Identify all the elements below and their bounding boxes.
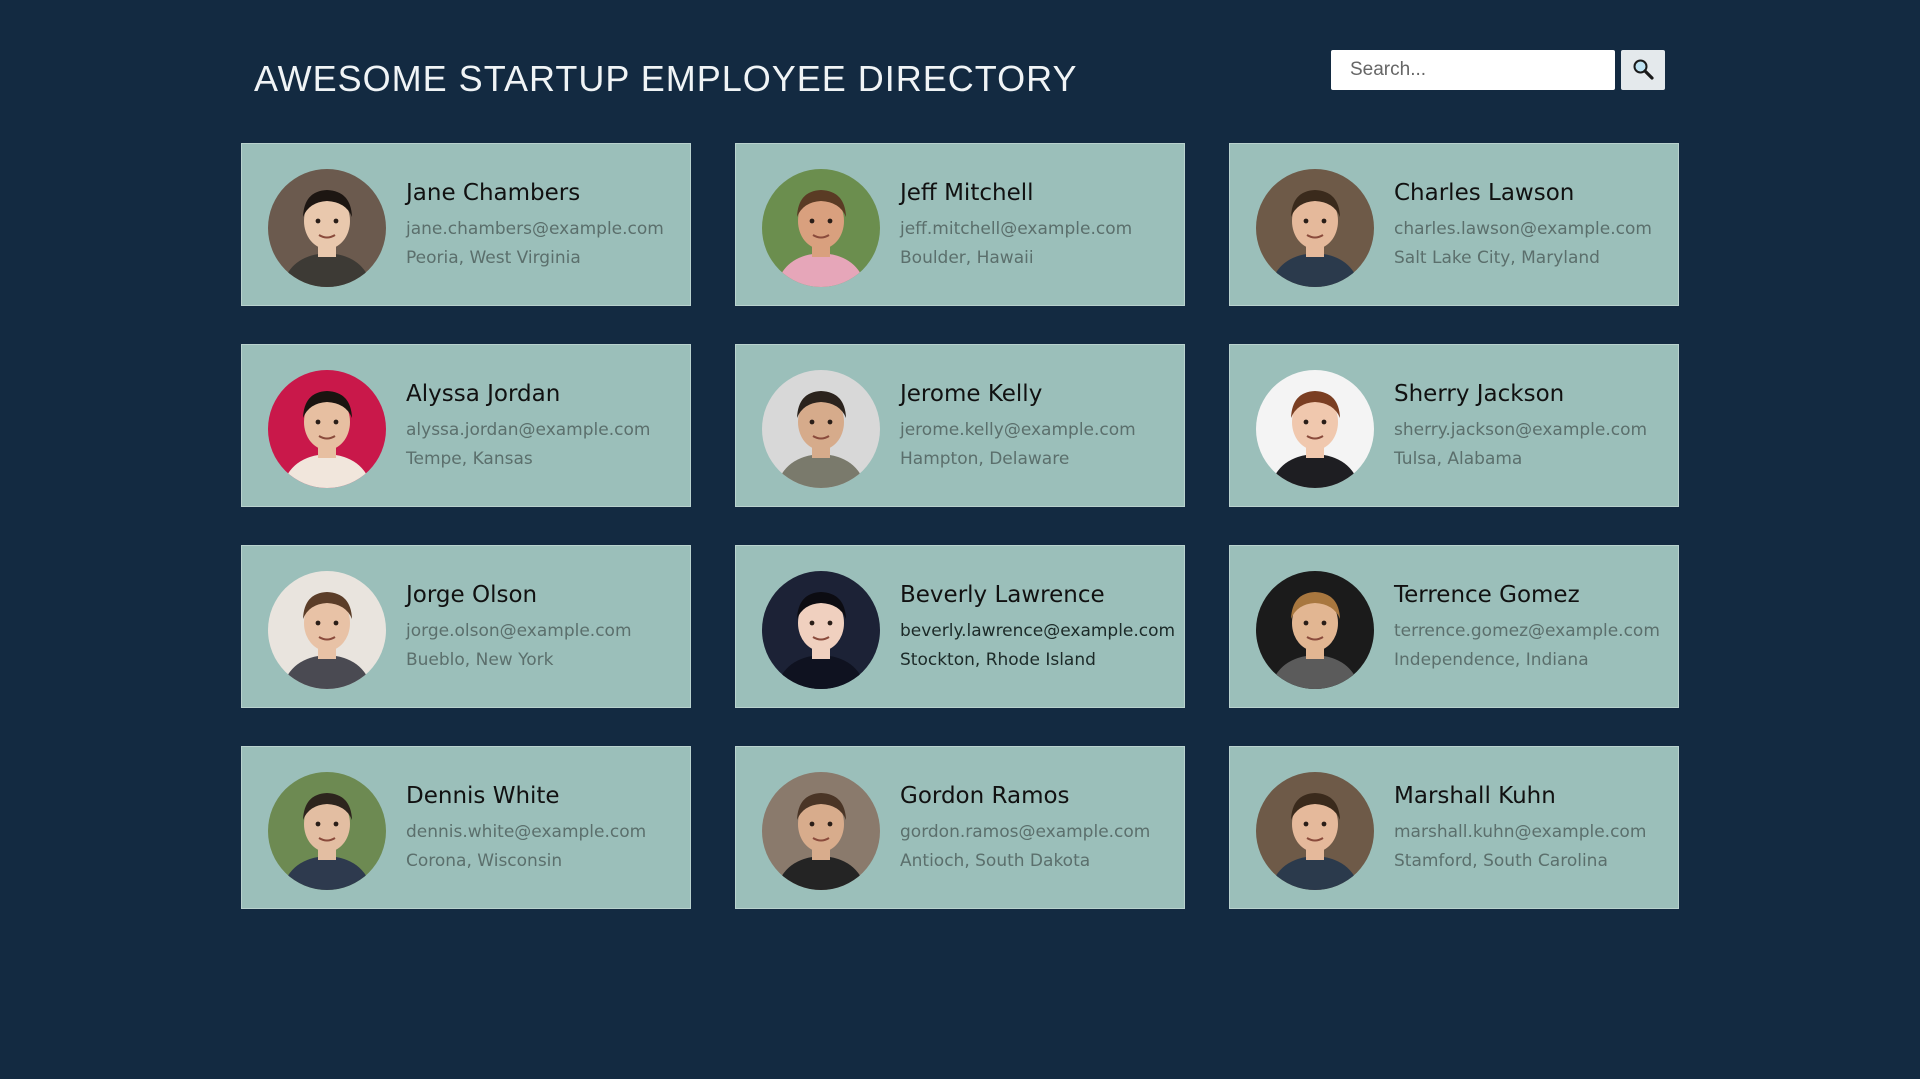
employee-email: charles.lawson@example.com: [1394, 219, 1652, 239]
employee-grid: Jane Chambers jane.chambers@example.com Pe…: [241, 143, 1679, 909]
employee-name: Jane Chambers: [406, 180, 581, 206]
avatar: [268, 772, 386, 890]
employee-name: Jorge Olson: [406, 582, 538, 608]
employee-name: Marshall Kuhn: [1394, 783, 1556, 809]
employee-card[interactable]: Jerome Kelly jerome.kelly@example.com Hamp…: [735, 344, 1185, 507]
employee-location: Antioch, South Dakota: [900, 851, 1091, 871]
employee-email: jane.chambers@example.com: [406, 219, 664, 239]
avatar: [1256, 370, 1374, 488]
employee-name: Jeff Mitchell: [900, 180, 1034, 206]
avatar: [762, 169, 880, 287]
search-input[interactable]: [1331, 50, 1615, 90]
employee-email: dennis.white@example.com: [406, 822, 647, 842]
employee-location: Bueblo, New York: [406, 650, 554, 670]
magnifier-icon: [1632, 58, 1654, 83]
employee-info: Terrence Gomez terrence.gomez@example.com…: [1394, 582, 1672, 675]
employee-info: Jerome Kelly jerome.kelly@example.com Hamp…: [900, 381, 1178, 474]
employee-card[interactable]: Jorge Olson jorge.olson@example.com Bueblo…: [241, 545, 691, 708]
avatar: [762, 772, 880, 890]
employee-card[interactable]: Charles Lawson charles.lawson@example.com…: [1229, 143, 1679, 306]
employee-location: Hampton, Delaware: [900, 449, 1070, 469]
employee-card[interactable]: Terrence Gomez terrence.gomez@example.com…: [1229, 545, 1679, 708]
employee-location: Peoria, West Virginia: [406, 248, 581, 268]
employee-info: Marshall Kuhn marshall.kuhn@example.com St…: [1394, 783, 1672, 876]
employee-email: jerome.kelly@example.com: [900, 420, 1136, 440]
avatar: [268, 571, 386, 689]
employee-location: Tulsa, Alabama: [1394, 449, 1523, 469]
employee-info: Jorge Olson jorge.olson@example.com Bueblo…: [406, 582, 684, 675]
employee-email: alyssa.jordan@example.com: [406, 420, 651, 440]
employee-location: Stockton, Rhode Island: [900, 650, 1096, 670]
employee-info: Beverly Lawrence beverly.lawrence@example…: [900, 582, 1178, 675]
employee-email: jorge.olson@example.com: [406, 621, 632, 641]
employee-card[interactable]: Gordon Ramos gordon.ramos@example.com Anti…: [735, 746, 1185, 909]
employee-location: Boulder, Hawaii: [900, 248, 1034, 268]
avatar: [268, 370, 386, 488]
employee-location: Tempe, Kansas: [406, 449, 533, 469]
employee-name: Beverly Lawrence: [900, 582, 1105, 608]
employee-info: Alyssa Jordan alyssa.jordan@example.com Te…: [406, 381, 684, 474]
avatar: [762, 370, 880, 488]
employee-email: beverly.lawrence@example.com: [900, 621, 1176, 641]
employee-directory-page: Awesome Startup Employee Directory Jane …: [0, 0, 1920, 1079]
employee-info: Sherry Jackson sherry.jackson@example.com…: [1394, 381, 1672, 474]
avatar: [1256, 772, 1374, 890]
employee-email: jeff.mitchell@example.com: [900, 219, 1133, 239]
employee-email: marshall.kuhn@example.com: [1394, 822, 1647, 842]
employee-card[interactable]: Alyssa Jordan alyssa.jordan@example.com Te…: [241, 344, 691, 507]
employee-location: Corona, Wisconsin: [406, 851, 563, 871]
employee-info: Jeff Mitchell jeff.mitchell@example.com Bo…: [900, 180, 1178, 273]
employee-name: Charles Lawson: [1394, 180, 1575, 206]
employee-email: gordon.ramos@example.com: [900, 822, 1151, 842]
avatar: [1256, 169, 1374, 287]
search-form: [1331, 50, 1665, 90]
employee-card[interactable]: Jane Chambers jane.chambers@example.com Pe…: [241, 143, 691, 306]
avatar: [1256, 571, 1374, 689]
header: Awesome Startup Employee Directory: [241, 48, 1679, 108]
employee-card[interactable]: Jeff Mitchell jeff.mitchell@example.com Bo…: [735, 143, 1185, 306]
employee-name: Gordon Ramos: [900, 783, 1070, 809]
avatar: [268, 169, 386, 287]
employee-card[interactable]: Dennis White dennis.white@example.com Coro…: [241, 746, 691, 909]
employee-name: Dennis White: [406, 783, 560, 809]
employee-info: Dennis White dennis.white@example.com Coro…: [406, 783, 684, 876]
employee-name: Alyssa Jordan: [406, 381, 561, 407]
page-title: Awesome Startup Employee Directory: [254, 58, 1078, 99]
employee-info: Gordon Ramos gordon.ramos@example.com Anti…: [900, 783, 1178, 876]
employee-name: Jerome Kelly: [900, 381, 1043, 407]
employee-card[interactable]: Marshall Kuhn marshall.kuhn@example.com St…: [1229, 746, 1679, 909]
employee-location: Stamford, South Carolina: [1394, 851, 1608, 871]
employee-card[interactable]: Beverly Lawrence beverly.lawrence@example…: [735, 545, 1185, 708]
employee-location: Salt Lake City, Maryland: [1394, 248, 1600, 268]
employee-info: Jane Chambers jane.chambers@example.com Pe…: [406, 180, 684, 273]
employee-name: Terrence Gomez: [1394, 582, 1580, 608]
employee-card[interactable]: Sherry Jackson sherry.jackson@example.com…: [1229, 344, 1679, 507]
employee-location: Independence, Indiana: [1394, 650, 1589, 670]
avatar: [762, 571, 880, 689]
employee-info: Charles Lawson charles.lawson@example.com…: [1394, 180, 1672, 273]
employee-email: sherry.jackson@example.com: [1394, 420, 1648, 440]
employee-email: terrence.gomez@example.com: [1394, 621, 1660, 641]
employee-name: Sherry Jackson: [1394, 381, 1565, 407]
search-button[interactable]: [1621, 50, 1665, 90]
